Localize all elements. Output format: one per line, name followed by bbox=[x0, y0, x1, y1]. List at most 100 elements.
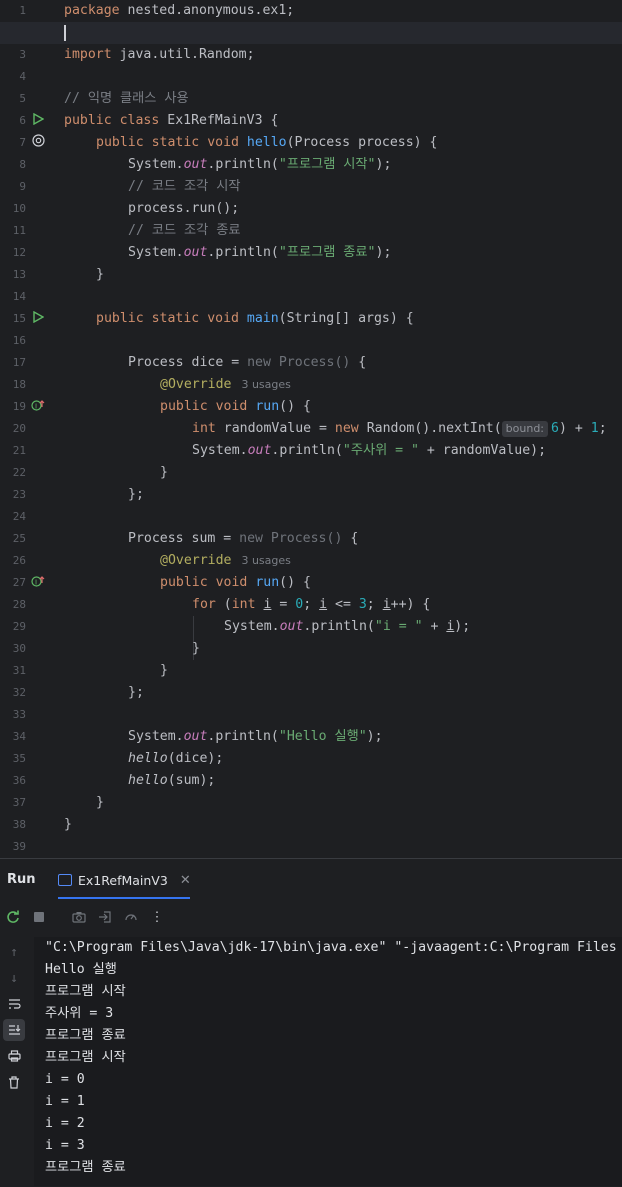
line-number: 39 bbox=[12, 840, 26, 853]
code-editor[interactable]: 1 2 3 4 5 6 7 8 9 10 11 12 13 14 15 16 1… bbox=[0, 0, 622, 858]
code-line: public static void main(String[] args) { bbox=[96, 308, 414, 330]
line-number: 25 bbox=[12, 532, 26, 545]
line-number: 3 bbox=[19, 48, 26, 61]
stop-icon[interactable] bbox=[26, 906, 52, 928]
code-line: hello(dice); bbox=[128, 748, 223, 770]
loop-variable: i bbox=[319, 597, 328, 612]
code-line: System.out.println("주사위 = " + randomValu… bbox=[192, 440, 546, 462]
login-icon[interactable] bbox=[92, 906, 118, 928]
close-icon[interactable]: ✕ bbox=[180, 873, 191, 888]
console-line: i = 2 bbox=[45, 1116, 85, 1131]
line-number: 27 bbox=[12, 576, 26, 589]
run-triangle-icon[interactable] bbox=[30, 308, 46, 330]
usages-hint[interactable]: 3 usages bbox=[241, 378, 290, 391]
keyword: static bbox=[151, 311, 200, 326]
line-number: 20 bbox=[12, 422, 26, 435]
override-method-icon[interactable]: I bbox=[30, 396, 46, 418]
keyword: void bbox=[215, 399, 248, 414]
console-line: 프로그램 종료 bbox=[45, 1160, 126, 1175]
console-line: 프로그램 시작 bbox=[45, 984, 126, 999]
line-number: 33 bbox=[12, 708, 26, 721]
string-literal: "프로그램 종료" bbox=[278, 245, 376, 260]
code-text: + bbox=[422, 619, 447, 634]
keyword: void bbox=[215, 575, 248, 590]
class-name: Ex1RefMainV3 { bbox=[167, 113, 279, 128]
arrow-down-icon[interactable]: ↓ bbox=[3, 967, 25, 989]
console-side-toolbar: ↑ ↓ bbox=[0, 937, 28, 1187]
line-number: 15 bbox=[12, 312, 26, 325]
print-icon[interactable] bbox=[3, 1045, 25, 1067]
console-line: i = 1 bbox=[45, 1094, 85, 1109]
current-line-highlight bbox=[0, 22, 622, 44]
code-line: process.run(); bbox=[128, 201, 240, 216]
code-line: System.out.println("Hello 실행"); bbox=[128, 726, 383, 748]
number-literal: 1 bbox=[590, 421, 599, 436]
soft-wrap-icon[interactable] bbox=[3, 993, 25, 1015]
line-number: 9 bbox=[19, 180, 26, 193]
code-line: }; bbox=[128, 487, 144, 502]
keyword: void bbox=[207, 311, 239, 326]
line-number: 11 bbox=[12, 224, 26, 237]
implemented-at-icon[interactable] bbox=[30, 132, 46, 154]
code-text: .println( bbox=[207, 729, 279, 744]
keyword: new bbox=[247, 355, 271, 370]
method-call: hello bbox=[128, 751, 168, 766]
string-literal: "Hello 실행" bbox=[278, 729, 367, 744]
trash-icon[interactable] bbox=[3, 1071, 25, 1093]
run-header: Run Ex1RefMainV3 ✕ bbox=[0, 859, 622, 899]
more-options-icon[interactable]: ⋮ bbox=[144, 906, 170, 928]
override-method-icon[interactable]: I bbox=[30, 572, 46, 594]
code-line: } bbox=[160, 465, 168, 480]
code-text: = bbox=[271, 597, 296, 612]
code-line: public static void hello(Process process… bbox=[96, 132, 437, 154]
line-number: 13 bbox=[12, 268, 26, 281]
line-number: 17 bbox=[12, 356, 26, 369]
line-number: 22 bbox=[12, 466, 26, 479]
line-number: 28 bbox=[12, 598, 26, 611]
code-line: for (int i = 0; i <= 3; i++) { bbox=[192, 594, 430, 616]
line-number: 7 bbox=[19, 136, 26, 149]
line-number: 38 bbox=[12, 818, 26, 831]
arrow-up-icon[interactable]: ↑ bbox=[3, 941, 25, 963]
code-text: <= bbox=[327, 597, 359, 612]
line-number: 14 bbox=[12, 290, 26, 303]
code-text: () { bbox=[279, 575, 311, 590]
console-line: i = 3 bbox=[45, 1138, 85, 1153]
code-text: Process dice = bbox=[128, 355, 248, 370]
code-line: } bbox=[96, 795, 104, 810]
parameter-hint: bound: bbox=[501, 421, 549, 437]
code-text: .println( bbox=[271, 443, 343, 458]
line-number: 10 bbox=[12, 202, 26, 215]
rerun-icon[interactable] bbox=[0, 906, 26, 928]
code-text: System. bbox=[128, 245, 184, 260]
line-number: 16 bbox=[12, 334, 26, 347]
run-tab-label: Ex1RefMainV3 bbox=[78, 872, 168, 888]
method-name: run bbox=[255, 399, 280, 414]
code-text: ); bbox=[375, 157, 392, 172]
code-text: { bbox=[350, 355, 367, 370]
line-number: 6 bbox=[19, 114, 26, 127]
scroll-to-end-icon[interactable] bbox=[3, 1019, 25, 1041]
usages-hint[interactable]: 3 usages bbox=[241, 554, 290, 567]
run-tab[interactable]: Ex1RefMainV3 ✕ bbox=[58, 867, 191, 893]
keyword: import bbox=[64, 47, 112, 62]
camera-icon[interactable] bbox=[66, 906, 92, 928]
line-number: 37 bbox=[12, 796, 26, 809]
keyword: int bbox=[231, 597, 256, 612]
toolbar-separator bbox=[52, 906, 66, 928]
run-triangle-icon[interactable] bbox=[30, 110, 46, 132]
profiler-icon[interactable] bbox=[118, 906, 144, 928]
string-literal: "주사위 = " bbox=[342, 443, 419, 458]
code-line: System.out.println("프로그램 시작"); bbox=[128, 154, 391, 176]
keyword: static bbox=[151, 135, 200, 150]
console-output[interactable]: "C:\Program Files\Java\jdk-17\bin\java.e… bbox=[34, 937, 622, 1186]
code-line: int randomValue = new Random().nextInt(b… bbox=[192, 418, 607, 440]
keyword: public bbox=[64, 113, 112, 128]
number-literal: 3 bbox=[358, 597, 367, 612]
code-line: hello(sum); bbox=[128, 770, 215, 792]
svg-text:I: I bbox=[35, 579, 37, 587]
line-number: 1 bbox=[19, 4, 26, 17]
line-number: 18 bbox=[12, 378, 26, 391]
line-number: 19 bbox=[12, 400, 26, 413]
line-number: 35 bbox=[12, 752, 26, 765]
